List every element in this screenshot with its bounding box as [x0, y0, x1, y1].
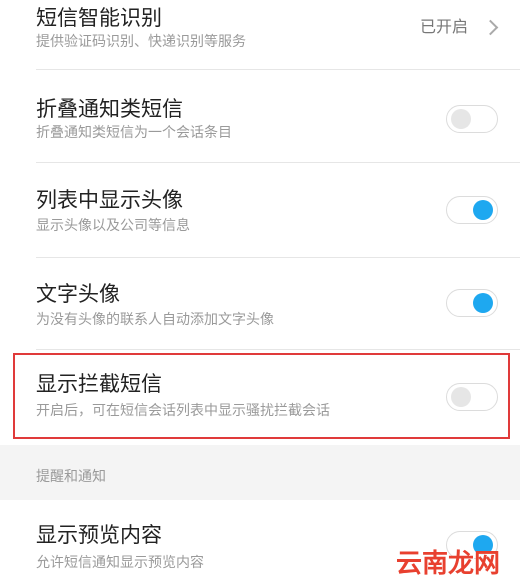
setting-title: 折叠通知类短信 — [36, 97, 183, 121]
fold-notifications-toggle[interactable] — [446, 105, 498, 133]
setting-row-text-avatar[interactable]: 文字头像 为没有头像的联系人自动添加文字头像 — [0, 258, 520, 350]
toggle-knob — [473, 293, 493, 313]
toggle-knob — [473, 200, 493, 220]
setting-row-show-blocked[interactable]: 显示拦截短信 开启后，可在短信会话列表中显示骚扰拦截会话 — [0, 350, 520, 445]
setting-title: 列表中显示头像 — [36, 188, 183, 212]
setting-subtitle: 允许短信通知显示预览内容 — [36, 555, 204, 571]
text-avatar-toggle[interactable] — [446, 289, 498, 317]
setting-subtitle: 显示头像以及公司等信息 — [36, 218, 190, 234]
setting-subtitle: 折叠通知类短信为一个会话条目 — [36, 125, 232, 141]
watermark-logo: 云南龙网 — [395, 549, 500, 579]
setting-title: 显示预览内容 — [36, 523, 162, 547]
setting-subtitle: 提供验证码识别、快递识别等服务 — [36, 34, 246, 50]
setting-title: 短信智能识别 — [36, 6, 162, 30]
section-header: 提醒和通知 — [36, 469, 106, 485]
setting-title: 文字头像 — [36, 282, 120, 306]
toggle-knob — [451, 387, 471, 407]
status-label: 已开启 — [419, 17, 468, 36]
show-avatar-toggle[interactable] — [446, 196, 498, 224]
setting-row-fold-notifications[interactable]: 折叠通知类短信 折叠通知类短信为一个会话条目 — [0, 70, 520, 163]
setting-row-show-avatar[interactable]: 列表中显示头像 显示头像以及公司等信息 — [0, 163, 520, 258]
setting-subtitle: 为没有头像的联系人自动添加文字头像 — [36, 312, 274, 328]
setting-subtitle: 开启后，可在短信会话列表中显示骚扰拦截会话 — [36, 403, 330, 419]
show-blocked-toggle[interactable] — [446, 383, 498, 411]
setting-row-smart-recognition[interactable]: 短信智能识别 提供验证码识别、快递识别等服务 已开启 — [0, 0, 520, 70]
toggle-knob — [451, 109, 471, 129]
setting-title: 显示拦截短信 — [36, 372, 162, 396]
chevron-right-icon — [482, 19, 499, 36]
